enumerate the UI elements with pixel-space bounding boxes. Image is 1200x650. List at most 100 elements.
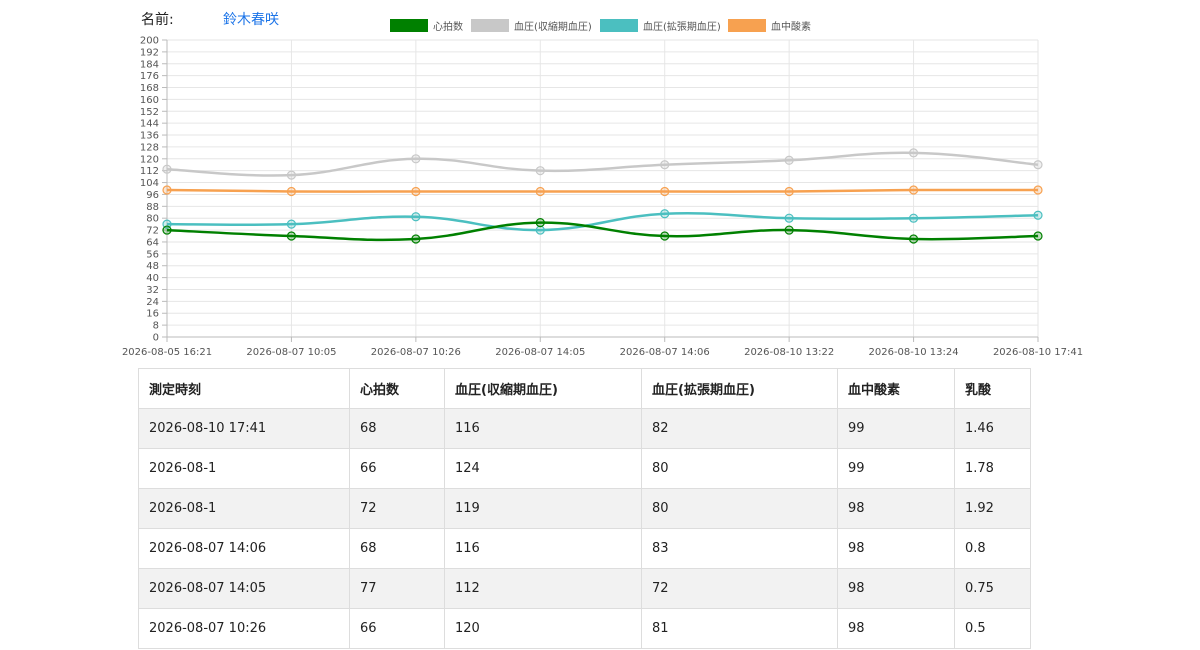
cell-time: 2026-08-1 bbox=[138, 448, 350, 489]
x-tick-label: 2026-08-10 13:22 bbox=[744, 347, 834, 358]
y-tick-label: 32 bbox=[146, 285, 159, 296]
data-point bbox=[784, 225, 794, 235]
data-point bbox=[908, 213, 919, 223]
cell-systolic: 124 bbox=[444, 448, 642, 489]
data-point bbox=[411, 234, 421, 244]
data-point bbox=[1033, 210, 1043, 220]
y-tick-label: 64 bbox=[146, 237, 159, 248]
data-point bbox=[535, 218, 545, 228]
vitals-line-chart: 0816243240485664728088961041121201281361… bbox=[122, 19, 1083, 358]
header-systolic: 血圧(収縮期血圧) bbox=[444, 368, 642, 409]
x-tick-label: 2026-08-10 13:24 bbox=[869, 347, 959, 358]
x-tick-label: 2026-08-07 10:05 bbox=[246, 347, 336, 358]
cell-heart-rate: 72 bbox=[349, 488, 445, 529]
cell-systolic: 116 bbox=[444, 408, 642, 449]
cell-lactate: 1.46 bbox=[954, 408, 1031, 449]
x-tick-label: 2026-08-07 10:26 bbox=[371, 347, 461, 358]
legend-swatch bbox=[471, 19, 509, 32]
measurements-table: 測定時刻 心拍数 血圧(収縮期血圧) 血圧(拡張期血圧) 血中酸素 乳酸 202… bbox=[138, 368, 1031, 649]
cell-lactate: 0.8 bbox=[954, 528, 1031, 569]
table-row: 2026-08-07 14:06 68 116 83 98 0.8 bbox=[138, 528, 1031, 569]
data-point bbox=[784, 155, 794, 165]
y-tick-label: 8 bbox=[153, 321, 159, 332]
y-tick-label: 88 bbox=[146, 202, 159, 213]
data-point bbox=[535, 166, 545, 176]
series-line bbox=[166, 151, 1039, 177]
cell-lactate: 1.92 bbox=[954, 488, 1031, 529]
cell-diastolic: 72 bbox=[641, 568, 838, 609]
data-point bbox=[162, 164, 172, 174]
data-point bbox=[286, 170, 297, 180]
cell-time: 2026-08-07 14:05 bbox=[138, 568, 350, 609]
cell-lactate: 0.5 bbox=[954, 608, 1031, 649]
legend-swatch bbox=[390, 19, 428, 32]
cell-diastolic: 82 bbox=[641, 408, 838, 449]
cell-time: 2026-08-07 14:06 bbox=[138, 528, 350, 569]
cell-spo2: 98 bbox=[837, 608, 955, 649]
legend-label: 血圧(拡張期血圧) bbox=[643, 20, 721, 33]
y-tick-label: 24 bbox=[146, 297, 159, 308]
cell-heart-rate: 68 bbox=[349, 408, 445, 449]
data-point bbox=[908, 185, 919, 195]
cell-spo2: 98 bbox=[837, 528, 955, 569]
y-tick-label: 96 bbox=[146, 190, 159, 201]
cell-diastolic: 83 bbox=[641, 528, 838, 569]
y-tick-label: 80 bbox=[146, 214, 159, 225]
cell-diastolic: 80 bbox=[641, 488, 838, 529]
cell-diastolic: 81 bbox=[641, 608, 838, 649]
legend-swatch bbox=[728, 19, 766, 32]
table-row: 2026-08-07 14:05 77 112 72 98 0.75 bbox=[138, 568, 1031, 609]
cell-diastolic: 80 bbox=[641, 448, 838, 489]
cell-time: 2026-08-10 17:41 bbox=[138, 408, 350, 449]
data-point bbox=[411, 154, 421, 164]
cell-heart-rate: 68 bbox=[349, 528, 445, 569]
y-tick-label: 72 bbox=[146, 226, 159, 237]
table-row: 2026-08-1 66 124 80 99 1.78 bbox=[138, 448, 1031, 489]
y-tick-label: 160 bbox=[140, 95, 159, 106]
legend-swatch bbox=[600, 19, 638, 32]
x-tick-label: 2026-08-07 14:05 bbox=[495, 347, 585, 358]
measurements-table-wrap: 測定時刻 心拍数 血圧(収縮期血圧) 血圧(拡張期血圧) 血中酸素 乳酸 202… bbox=[138, 368, 1031, 649]
table-row: 2026-08-1 72 119 80 98 1.92 bbox=[138, 488, 1031, 529]
table-row: 2026-08-10 17:41 68 116 82 99 1.46 bbox=[138, 408, 1031, 449]
x-tick-label: 2026-08-07 14:06 bbox=[620, 347, 710, 358]
y-tick-label: 40 bbox=[146, 273, 159, 284]
data-point bbox=[784, 213, 794, 223]
data-point bbox=[535, 225, 545, 235]
series-line bbox=[166, 221, 1039, 242]
data-point bbox=[162, 225, 172, 235]
data-point bbox=[908, 148, 919, 158]
header-heart-rate: 心拍数 bbox=[349, 368, 445, 409]
data-point bbox=[660, 160, 670, 170]
y-tick-label: 176 bbox=[140, 71, 159, 82]
y-tick-label: 104 bbox=[140, 178, 159, 189]
cell-spo2: 99 bbox=[837, 408, 955, 449]
cell-systolic: 120 bbox=[444, 608, 642, 649]
cell-spo2: 98 bbox=[837, 488, 955, 529]
cell-heart-rate: 66 bbox=[349, 608, 445, 649]
y-tick-label: 136 bbox=[140, 131, 159, 142]
y-tick-label: 152 bbox=[140, 107, 159, 118]
header-lactate: 乳酸 bbox=[954, 368, 1031, 409]
cell-heart-rate: 66 bbox=[349, 448, 445, 489]
cell-heart-rate: 77 bbox=[349, 568, 445, 609]
cell-lactate: 0.75 bbox=[954, 568, 1031, 609]
y-tick-label: 48 bbox=[146, 261, 159, 272]
y-tick-label: 56 bbox=[146, 249, 159, 260]
cell-lactate: 1.78 bbox=[954, 448, 1031, 489]
cell-spo2: 98 bbox=[837, 568, 955, 609]
y-tick-label: 200 bbox=[140, 36, 159, 47]
x-tick-label: 2026-08-05 16:21 bbox=[122, 347, 212, 358]
y-tick-label: 184 bbox=[140, 59, 159, 70]
legend-label: 血圧(収縮期血圧) bbox=[514, 20, 592, 33]
cell-systolic: 112 bbox=[444, 568, 642, 609]
data-point bbox=[286, 186, 297, 197]
header-diastolic: 血圧(拡張期血圧) bbox=[641, 368, 838, 409]
data-point bbox=[1033, 231, 1043, 241]
y-tick-label: 16 bbox=[146, 309, 159, 320]
data-point bbox=[286, 219, 297, 229]
data-point bbox=[1033, 185, 1043, 195]
data-point bbox=[1033, 160, 1043, 170]
y-tick-label: 192 bbox=[140, 47, 159, 58]
y-tick-label: 0 bbox=[153, 333, 159, 344]
